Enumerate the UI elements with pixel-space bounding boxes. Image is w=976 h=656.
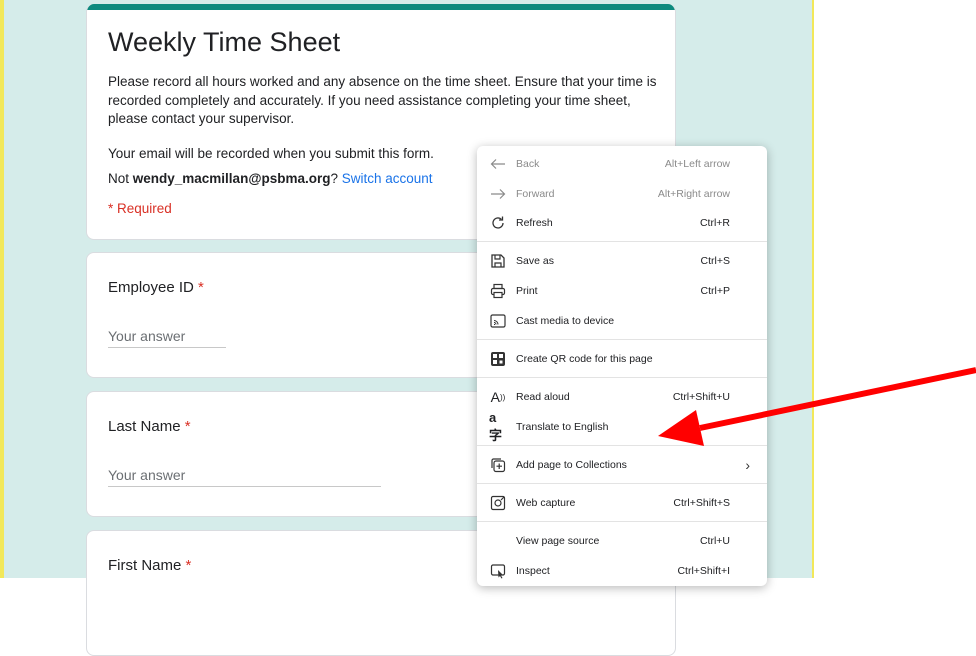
form-description: Please record all hours worked and any a… <box>108 74 657 126</box>
menu-item-refresh[interactable]: Refresh Ctrl+R <box>477 210 767 236</box>
menu-separator <box>477 483 767 484</box>
email-recorded-note: Your email will be recorded when you sub… <box>108 146 434 161</box>
menu-item-forward[interactable]: Forward Alt+Right arrow <box>477 181 767 207</box>
account-prefix: Not <box>108 171 133 186</box>
print-icon <box>489 282 507 300</box>
form-title: Weekly Time Sheet <box>108 27 341 57</box>
account-email: wendy_macmillan@psbma.org <box>132 171 331 186</box>
back-arrow-icon <box>489 155 507 173</box>
required-asterisk: * <box>184 418 191 435</box>
right-border-stripe <box>812 0 814 578</box>
last-name-input[interactable] <box>108 464 381 487</box>
switch-account-link[interactable]: Switch account <box>342 171 433 186</box>
refresh-icon <box>489 214 507 232</box>
menu-item-print[interactable]: Print Ctrl+P <box>477 278 767 304</box>
menu-separator <box>477 241 767 242</box>
menu-separator <box>477 339 767 340</box>
save-icon <box>489 252 507 270</box>
question-label: First Name * <box>108 557 192 574</box>
employee-id-input[interactable] <box>108 325 226 348</box>
menu-separator <box>477 521 767 522</box>
collections-icon <box>489 456 507 474</box>
question-label: Last Name * <box>108 418 191 435</box>
required-asterisk: * <box>198 279 204 296</box>
qr-code-icon <box>489 350 507 368</box>
menu-item-back[interactable]: Back Alt+Left arrow <box>477 151 767 177</box>
menu-separator <box>477 445 767 446</box>
chevron-right-icon: › <box>745 457 750 473</box>
menu-item-cast[interactable]: Cast media to device <box>477 308 767 334</box>
menu-item-add-to-collections[interactable]: Add page to Collections › <box>477 452 767 478</box>
translate-icon: a字 <box>489 410 503 443</box>
menu-item-web-capture[interactable]: Web capture Ctrl+Shift+S <box>477 490 767 516</box>
menu-item-view-source[interactable]: View page source Ctrl+U <box>477 528 767 554</box>
menu-item-save-as[interactable]: Save as Ctrl+S <box>477 248 767 274</box>
inspect-icon <box>489 562 507 580</box>
cast-icon <box>489 312 507 330</box>
required-note: * Required <box>108 201 172 216</box>
web-capture-icon <box>489 494 507 512</box>
account-suffix: ? <box>330 171 342 186</box>
menu-item-read-aloud[interactable]: A)) Read aloud Ctrl+Shift+U <box>477 384 767 410</box>
forward-arrow-icon <box>489 185 507 203</box>
form-accent-bar <box>87 4 675 10</box>
read-aloud-icon: A)) <box>490 389 506 405</box>
browser-context-menu: Back Alt+Left arrow Forward Alt+Right ar… <box>477 146 767 586</box>
menu-item-inspect[interactable]: Inspect Ctrl+Shift+I <box>477 558 767 584</box>
left-border-stripe <box>0 0 4 578</box>
menu-item-qr-code[interactable]: Create QR code for this page <box>477 346 767 372</box>
menu-item-translate[interactable]: a字 Translate to English <box>477 410 767 443</box>
question-label: Employee ID * <box>108 279 204 296</box>
account-line: Not wendy_macmillan@psbma.org? Switch ac… <box>108 171 433 186</box>
menu-separator <box>477 377 767 378</box>
required-asterisk: * <box>185 557 192 574</box>
